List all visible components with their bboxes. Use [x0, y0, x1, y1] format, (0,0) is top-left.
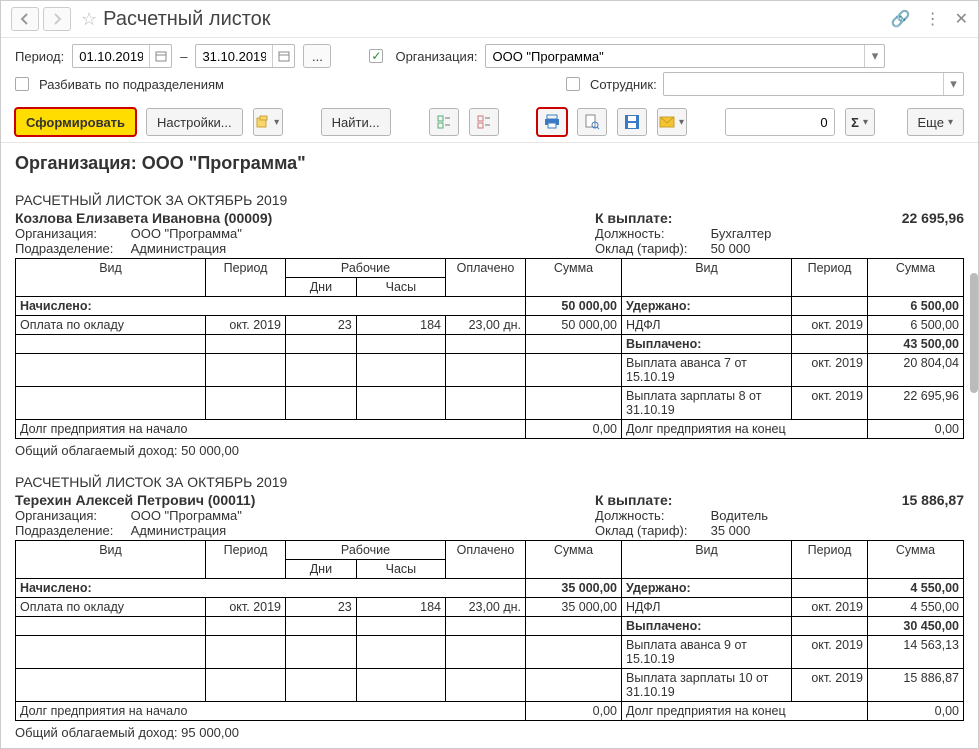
emp-checkbox[interactable]: [566, 77, 580, 91]
expand-icon: [437, 115, 451, 129]
kebab-icon[interactable]: ⋮: [925, 9, 941, 29]
envelope-icon: [659, 116, 675, 128]
diskette-icon: [624, 114, 640, 130]
emp-label: Сотрудник:: [590, 77, 657, 92]
link-icon[interactable]: 🔗: [891, 9, 911, 29]
generate-button[interactable]: Сформировать: [15, 108, 136, 136]
payslip: РАСЧЕТНЫЙ ЛИСТОК ЗА ОКТЯБРЬ 2019Козлова …: [15, 192, 964, 460]
favorite-icon[interactable]: ☆: [81, 9, 97, 30]
split-checkbox[interactable]: [15, 77, 29, 91]
chevron-down-icon[interactable]: ▾: [864, 45, 884, 67]
period-picker-button[interactable]: ...: [303, 44, 331, 68]
collapse-groups-button[interactable]: [469, 108, 499, 136]
variants-button[interactable]: ▾: [253, 108, 283, 136]
date-from-input[interactable]: [73, 47, 149, 66]
folder-icon: [256, 115, 270, 129]
save-button[interactable]: [617, 108, 647, 136]
sigma-button[interactable]: Σ▾: [845, 108, 875, 136]
emp-input[interactable]: [664, 75, 943, 94]
settings-button[interactable]: Настройки...: [146, 108, 243, 136]
calendar-icon[interactable]: [272, 45, 294, 67]
date-to-input[interactable]: [196, 47, 272, 66]
org-combo[interactable]: ▾: [485, 44, 885, 68]
sum-input[interactable]: [725, 108, 835, 136]
page-title: Расчетный листок: [103, 8, 891, 31]
more-button[interactable]: Еще▾: [907, 108, 964, 136]
calendar-icon[interactable]: [149, 45, 171, 67]
print-button[interactable]: [537, 108, 567, 136]
report-area: Организация: ООО "Программа" РАСЧЕТНЫЙ Л…: [1, 143, 978, 748]
org-label: Организация:: [395, 49, 477, 64]
expand-groups-button[interactable]: [429, 108, 459, 136]
forward-button[interactable]: [43, 7, 71, 31]
sigma-icon: Σ: [851, 115, 859, 130]
find-button[interactable]: Найти...: [321, 108, 391, 136]
date-to-field[interactable]: [195, 44, 295, 68]
payslip: РАСЧЕТНЫЙ ЛИСТОК ЗА ОКТЯБРЬ 2019Терехин …: [15, 474, 964, 742]
date-from-field[interactable]: [72, 44, 172, 68]
preview-button[interactable]: [577, 108, 607, 136]
email-button[interactable]: ▾: [657, 108, 687, 136]
org-input[interactable]: [486, 47, 864, 66]
close-icon[interactable]: ✕: [955, 9, 968, 29]
split-label: Разбивать по подразделениям: [39, 77, 224, 92]
printer-icon: [544, 114, 560, 130]
back-button[interactable]: [11, 7, 39, 31]
magnifier-page-icon: [584, 114, 600, 130]
report-org-title: Организация: ООО "Программа": [15, 153, 964, 174]
scrollbar-thumb[interactable]: [970, 273, 978, 393]
dash: –: [180, 49, 187, 64]
collapse-icon: [477, 115, 491, 129]
org-checkbox[interactable]: [369, 49, 383, 63]
chevron-down-icon[interactable]: ▾: [943, 73, 963, 95]
emp-combo[interactable]: ▾: [663, 72, 964, 96]
period-label: Период:: [15, 49, 64, 64]
